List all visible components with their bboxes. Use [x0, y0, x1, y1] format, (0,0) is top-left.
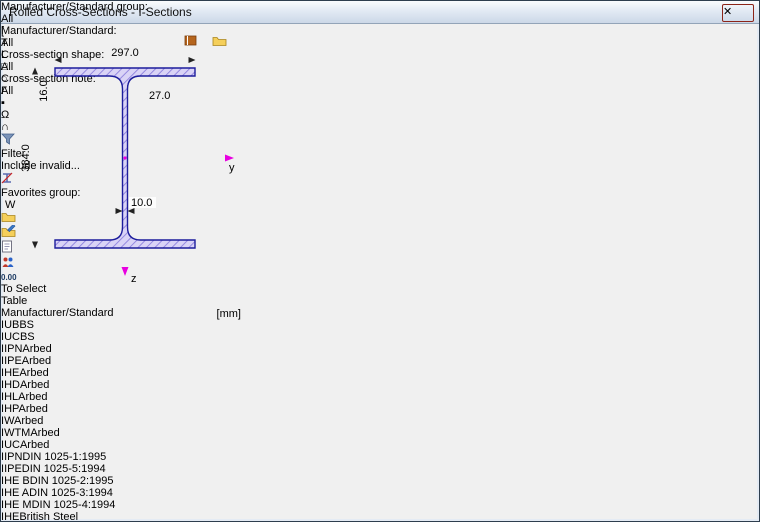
material-library-button[interactable]: [184, 35, 210, 55]
folder-icon: [212, 35, 227, 46]
new-material-button[interactable]: [212, 35, 238, 55]
unit-label: [mm]: [217, 308, 241, 320]
dim-web-thickness: 10.0: [131, 197, 152, 209]
dim-radius: 27.0: [149, 90, 170, 102]
axis-z-label: z: [131, 273, 137, 285]
book-icon: [184, 35, 197, 46]
dim-width: 297.0: [111, 47, 139, 59]
filter-label: Manufacturer/Standard group:: [1, 1, 759, 13]
section-drawing: 297.0 16.0 384.0 27.0 10.0 y z [mm]: [1, 19, 248, 324]
dialog-window: Rolled Cross-Sections - I-Sections ✕ Cro…: [0, 0, 760, 522]
dim-height: 384.0: [20, 144, 32, 172]
axis-y-label: y: [229, 162, 235, 174]
dim-flange-thickness: 16.0: [38, 80, 50, 101]
centroid-dot: [123, 156, 126, 159]
